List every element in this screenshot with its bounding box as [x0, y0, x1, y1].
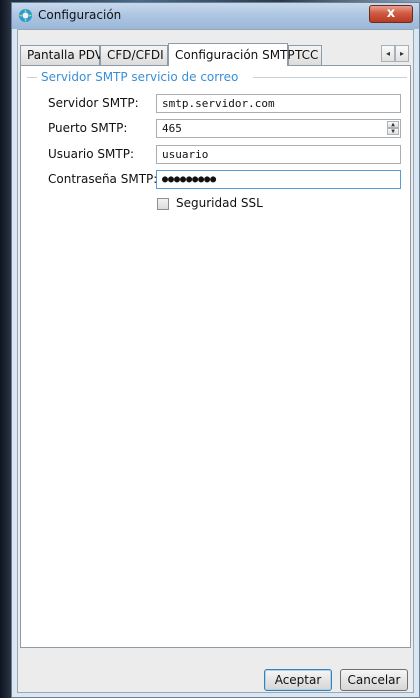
tab-strip: Pantalla PDV CFD/CFDI Configuración SMTP…: [18, 43, 413, 66]
smtp-user-input[interactable]: usuario: [156, 145, 401, 164]
configuration-dialog: Configuración x Pantalla PDV CFD/CFDI Co…: [11, 2, 420, 698]
tab-configuracion-smtp[interactable]: Configuración SMTP: [168, 43, 295, 66]
tab-cfd-cfdi[interactable]: CFD/CFDI: [100, 45, 168, 65]
cancel-button[interactable]: Cancelar: [340, 669, 408, 691]
smtp-group: Servidor SMTP servicio de correo: [27, 70, 407, 84]
window-title: Configuración: [38, 8, 122, 22]
spin-up-icon[interactable]: ▲: [387, 121, 399, 128]
user-label: Usuario SMTP:: [48, 147, 134, 161]
close-button[interactable]: x: [369, 5, 413, 23]
desktop-background-left: [0, 0, 11, 698]
password-label: Contraseña SMTP:: [48, 172, 158, 186]
ssl-checkbox[interactable]: [157, 198, 169, 210]
group-border-left: [27, 77, 37, 78]
dialog-client-area: Pantalla PDV CFD/CFDI Configuración SMTP…: [17, 29, 414, 693]
ssl-label[interactable]: Seguridad SSL: [176, 196, 263, 210]
smtp-settings-panel: Servidor SMTP servicio de correo Servido…: [20, 65, 411, 648]
group-border-right: [253, 77, 407, 78]
port-spinner[interactable]: ▲ ▼: [387, 121, 399, 136]
spin-down-icon[interactable]: ▼: [387, 128, 399, 135]
smtp-group-title: Servidor SMTP servicio de correo: [41, 70, 239, 84]
tab-scroll-right-icon[interactable]: ▸: [395, 45, 409, 62]
server-label: Servidor SMTP:: [48, 96, 139, 110]
tab-scroll-left-icon[interactable]: ◂: [381, 45, 395, 62]
smtp-password-input[interactable]: ●●●●●●●●●: [156, 170, 401, 189]
port-label: Puerto SMTP:: [48, 121, 128, 135]
smtp-port-stepper[interactable]: 465 ▲ ▼: [156, 119, 401, 138]
smtp-port-value: 465: [162, 122, 182, 135]
gear-app-icon: [18, 8, 33, 23]
accept-button[interactable]: Aceptar: [264, 669, 332, 691]
smtp-server-input[interactable]: smtp.servidor.com: [156, 94, 401, 113]
tab-pantalla-pdv[interactable]: Pantalla PDV: [20, 45, 103, 65]
title-bar[interactable]: Configuración x: [12, 3, 419, 29]
